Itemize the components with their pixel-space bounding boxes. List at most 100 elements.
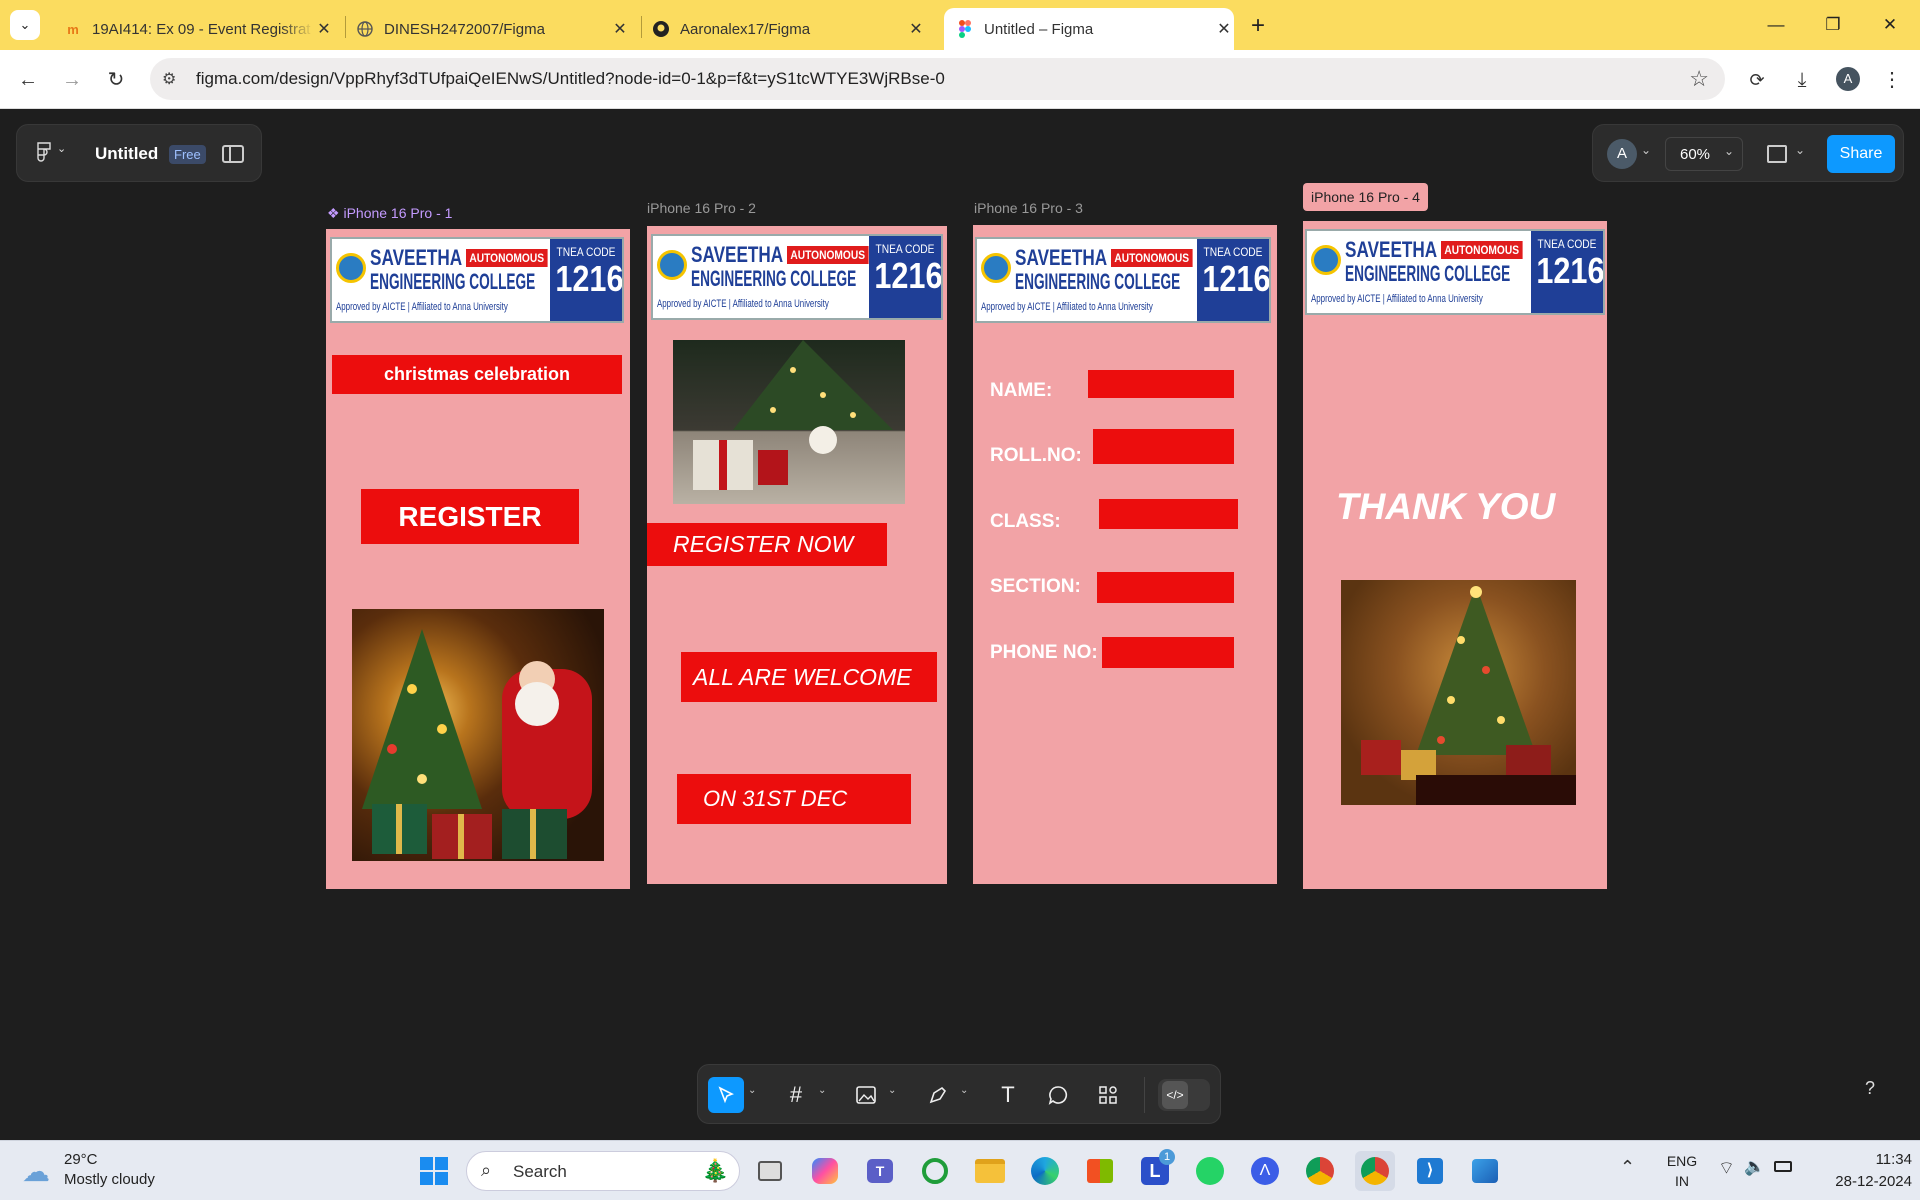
image-tool-icon[interactable]: [848, 1077, 884, 1113]
pen-tool-icon[interactable]: [920, 1077, 956, 1113]
tab-aaronalex-figma[interactable]: Aaronalex17/Figma ✕: [652, 8, 926, 50]
language-indicator[interactable]: ENG IN: [1662, 1151, 1702, 1191]
chevron-down-icon[interactable]: ⌄: [748, 1085, 756, 1096]
copilot-icon[interactable]: [805, 1151, 845, 1191]
address-toolbar: ← → ↻ ⚙ figma.com/design/VppRhyf3dTUfpai…: [0, 50, 1920, 109]
edge-icon[interactable]: [1025, 1151, 1065, 1191]
frame-iphone-3[interactable]: SAVEETHA AUTONOMOUS ENGINEERING COLLEGE …: [973, 225, 1277, 884]
college-logo: SAVEETHA AUTONOMOUS ENGINEERING COLLEGE …: [1305, 229, 1605, 315]
help-button[interactable]: ?: [1860, 1078, 1880, 1100]
name-label: NAME:: [990, 380, 1053, 401]
figma-menu-icon[interactable]: ⌄: [37, 142, 73, 166]
back-icon[interactable]: ←: [12, 64, 44, 96]
chevron-down-icon: ⌄: [1723, 144, 1734, 158]
file-name[interactable]: Untitled: [95, 144, 158, 164]
close-tab-icon[interactable]: ✕: [1214, 19, 1234, 39]
close-tab-icon[interactable]: ✕: [610, 19, 630, 39]
dev-mode-toggle[interactable]: </>: [1158, 1079, 1210, 1111]
weather-widget[interactable]: ☁ 29°C Mostly cloudy: [20, 1149, 180, 1193]
date-text: ON 31ST DEC: [703, 786, 848, 811]
frame-tool-icon[interactable]: #: [778, 1077, 814, 1113]
arc-app-icon[interactable]: Λ: [1245, 1151, 1285, 1191]
logo-emblem-icon: [657, 250, 687, 280]
task-view-icon[interactable]: [750, 1151, 790, 1191]
chrome-profile-icon[interactable]: [1355, 1151, 1395, 1191]
chevron-down-icon[interactable]: ⌄: [818, 1085, 826, 1096]
reload-icon[interactable]: ↻: [100, 64, 132, 96]
frame-label-1[interactable]: ❖ iPhone 16 Pro - 1: [327, 205, 452, 222]
tab-list-button[interactable]: ⌄: [10, 10, 40, 40]
restore-icon[interactable]: ❐: [1813, 10, 1853, 40]
whatsapp-icon[interactable]: [1190, 1151, 1230, 1191]
frame-label-3[interactable]: iPhone 16 Pro - 3: [974, 200, 1083, 216]
phone-field[interactable]: [1102, 637, 1234, 668]
section-field[interactable]: [1097, 572, 1234, 603]
chevron-down-icon[interactable]: ⌄: [1641, 143, 1651, 157]
wifi-icon[interactable]: ⌔: [1718, 1157, 1735, 1180]
tab-figma-untitled[interactable]: Untitled – Figma ✕: [944, 8, 1234, 50]
move-tool-icon[interactable]: [708, 1077, 744, 1113]
search-icon: ⌕: [481, 1160, 492, 1180]
close-tab-icon[interactable]: ✕: [314, 19, 334, 39]
rollno-field[interactable]: [1093, 429, 1234, 464]
sidebar-toggle-icon[interactable]: [222, 145, 244, 163]
frame-iphone-2[interactable]: SAVEETHA AUTONOMOUS ENGINEERING COLLEGE …: [647, 226, 947, 884]
sync-app-icon[interactable]: [915, 1151, 955, 1191]
user-avatar[interactable]: A: [1607, 139, 1637, 169]
close-tab-icon[interactable]: ✕: [906, 19, 926, 39]
chevron-down-icon[interactable]: ⌄: [960, 1085, 968, 1096]
forward-icon[interactable]: →: [56, 64, 88, 96]
file-explorer-icon[interactable]: [970, 1151, 1010, 1191]
frame-iphone-1[interactable]: SAVEETHA AUTONOMOUS ENGINEERING COLLEGE …: [326, 229, 630, 889]
extension-icon[interactable]: ⟳: [1741, 64, 1773, 96]
name-field[interactable]: [1088, 370, 1234, 398]
site-info-icon[interactable]: ⚙: [162, 69, 176, 89]
section-label: SECTION:: [990, 576, 1081, 597]
frame-iphone-4[interactable]: SAVEETHA AUTONOMOUS ENGINEERING COLLEGE …: [1303, 221, 1607, 889]
zoom-control[interactable]: 60% ⌄: [1665, 137, 1743, 171]
clock[interactable]: 11:34 28-12-2024: [1808, 1149, 1912, 1193]
component-icon: ❖: [327, 205, 344, 221]
url-text[interactable]: figma.com/design/VppRhyf3dTUfpaiQeIENwS/…: [196, 58, 945, 100]
class-field[interactable]: [1099, 499, 1238, 529]
share-button[interactable]: Share: [1827, 135, 1895, 173]
tab-separator: [345, 16, 346, 38]
rollno-label: ROLL.NO:: [990, 445, 1082, 466]
volume-icon[interactable]: 🔈: [1744, 1157, 1765, 1177]
frame-label-2[interactable]: iPhone 16 Pro - 2: [647, 200, 756, 216]
present-icon[interactable]: [1767, 145, 1787, 163]
photos-icon[interactable]: [1465, 1151, 1505, 1191]
close-window-icon[interactable]: ✕: [1870, 10, 1910, 40]
frame-label-4[interactable]: iPhone 16 Pro - 4: [1303, 183, 1428, 211]
taskbar-search[interactable]: ⌕ Search 🎄: [466, 1151, 740, 1191]
text-tool-icon[interactable]: T: [990, 1077, 1026, 1113]
more-menu-icon[interactable]: ⋮: [1876, 64, 1908, 96]
download-icon[interactable]: ⤓: [1786, 64, 1818, 96]
tab-dinesh-figma[interactable]: DINESH2472007/Figma ✕: [356, 8, 630, 50]
new-tab-button[interactable]: +: [1243, 12, 1273, 42]
chrome-icon[interactable]: [1300, 1151, 1340, 1191]
college-logo: SAVEETHA AUTONOMOUS ENGINEERING COLLEGE …: [975, 237, 1271, 323]
vscode-icon[interactable]: ⟩: [1410, 1151, 1450, 1191]
store-icon[interactable]: [1080, 1151, 1120, 1191]
christmas-tree-photo: [1341, 580, 1576, 805]
profile-avatar[interactable]: A: [1836, 67, 1860, 91]
register-button[interactable]: REGISTER: [361, 489, 579, 544]
phone-label: PHONE NO:: [990, 642, 1098, 663]
minimize-icon[interactable]: —: [1756, 10, 1796, 40]
actions-tool-icon[interactable]: [1090, 1077, 1126, 1113]
tab-moodle[interactable]: m 19AI414: Ex 09 - Event Registrat ✕: [58, 8, 334, 50]
comment-tool-icon[interactable]: [1040, 1077, 1076, 1113]
bookmark-star-icon[interactable]: ☆: [1689, 66, 1709, 92]
figma-tool-bar: ⌄ # ⌄ ⌄ ⌄ T </>: [697, 1064, 1221, 1124]
chevron-down-icon[interactable]: ⌄: [888, 1085, 896, 1096]
browser-tab-strip: ⌄ m 19AI414: Ex 09 - Event Registrat ✕ D…: [0, 0, 1920, 50]
start-button[interactable]: [414, 1151, 454, 1191]
chevron-down-icon[interactable]: ⌄: [1795, 143, 1805, 157]
address-bar[interactable]: ⚙ figma.com/design/VppRhyf3dTUfpaiQeIENw…: [150, 58, 1725, 100]
battery-icon[interactable]: [1774, 1161, 1792, 1172]
teams-icon[interactable]: T: [860, 1151, 900, 1191]
register-now-banner[interactable]: REGISTER NOW: [647, 523, 887, 566]
tray-overflow-icon[interactable]: ⌃: [1620, 1157, 1635, 1178]
lens-app-icon[interactable]: L 1: [1135, 1149, 1175, 1191]
